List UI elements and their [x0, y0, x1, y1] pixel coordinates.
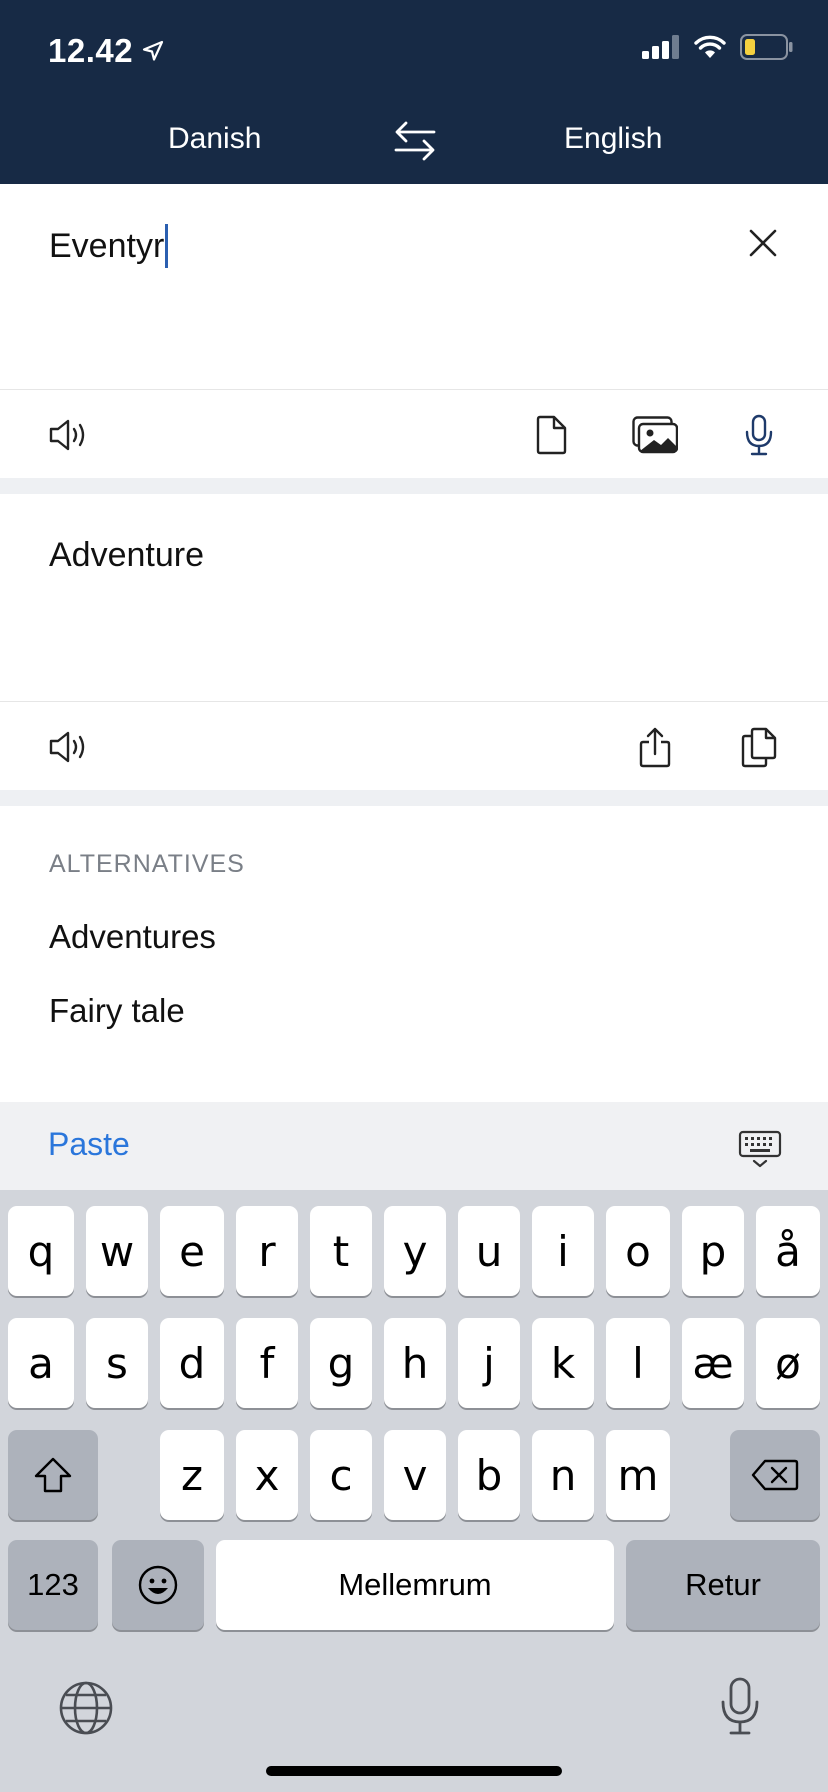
key-ae[interactable]: æ — [682, 1318, 744, 1408]
key-c[interactable]: c — [310, 1430, 372, 1520]
key-r[interactable]: r — [236, 1206, 298, 1296]
microphone-icon — [745, 414, 773, 456]
key-e[interactable]: e — [160, 1206, 224, 1296]
key-h[interactable]: h — [384, 1318, 446, 1408]
key-i[interactable]: i — [532, 1206, 594, 1296]
share-icon — [639, 727, 671, 768]
shift-key[interactable] — [8, 1430, 98, 1520]
document-icon — [536, 415, 567, 455]
battery-icon — [740, 34, 793, 60]
share-button[interactable] — [632, 724, 678, 770]
microphone-button[interactable] — [736, 412, 782, 458]
text-caret — [165, 224, 169, 268]
alternatives-heading: ALTERNATIVES — [49, 850, 245, 878]
status-time: 12.42 — [48, 32, 165, 70]
key-p[interactable]: p — [682, 1206, 744, 1296]
speaker-icon — [49, 419, 85, 451]
key-x[interactable]: x — [236, 1430, 298, 1520]
key-t[interactable]: t — [310, 1206, 372, 1296]
location-arrow-icon — [142, 40, 164, 61]
key-v[interactable]: v — [384, 1430, 446, 1520]
paste-bar: Paste — [0, 1102, 828, 1190]
key-o[interactable]: o — [606, 1206, 670, 1296]
key-a[interactable]: a — [8, 1318, 74, 1408]
alternative-item[interactable]: Fairy tale — [49, 992, 185, 1030]
key-oe[interactable]: ø — [756, 1318, 820, 1408]
home-indicator — [266, 1766, 562, 1776]
key-y[interactable]: y — [384, 1206, 446, 1296]
clear-icon[interactable] — [742, 222, 784, 264]
key-m[interactable]: m — [606, 1430, 670, 1520]
key-l[interactable]: l — [606, 1318, 670, 1408]
signal-icon — [642, 35, 679, 59]
key-s[interactable]: s — [86, 1318, 148, 1408]
translation-area: Adventure — [0, 494, 828, 702]
copy-button[interactable] — [736, 724, 782, 770]
key-z[interactable]: z — [160, 1430, 224, 1520]
target-language-button[interactable]: English — [564, 122, 662, 156]
key-b[interactable]: b — [458, 1430, 520, 1520]
swap-arrows-icon[interactable] — [392, 118, 438, 162]
key-j[interactable]: j — [458, 1318, 520, 1408]
copy-icon — [741, 727, 777, 768]
shift-icon — [34, 1457, 72, 1493]
emoji-key[interactable] — [112, 1540, 204, 1630]
app-header: 12.42 Danish English — [0, 0, 828, 184]
key-f[interactable]: f — [236, 1318, 298, 1408]
source-text-area[interactable]: Eventyr — [0, 184, 828, 390]
status-indicators — [642, 34, 794, 60]
key-w[interactable]: w — [86, 1206, 148, 1296]
translation-toolbar — [0, 702, 828, 790]
paste-button[interactable]: Paste — [48, 1126, 130, 1163]
status-time-label: 12.42 — [48, 32, 134, 69]
return-key[interactable]: Retur — [626, 1540, 820, 1630]
language-bar: Danish English — [0, 112, 828, 168]
key-n[interactable]: n — [532, 1430, 594, 1520]
translation-speaker-button[interactable] — [46, 724, 92, 770]
space-key[interactable]: Mellemrum — [216, 1540, 614, 1630]
section-divider — [0, 478, 828, 494]
emoji-icon — [138, 1565, 178, 1605]
keyboard-dismiss-icon[interactable] — [738, 1130, 782, 1168]
key-d[interactable]: d — [160, 1318, 224, 1408]
source-toolbar — [0, 390, 828, 478]
backspace-key[interactable] — [730, 1430, 820, 1520]
wifi-icon — [694, 35, 726, 58]
document-button[interactable] — [528, 412, 574, 458]
key-q[interactable]: q — [8, 1206, 74, 1296]
translation-text: Adventure — [49, 536, 204, 574]
backspace-icon — [751, 1459, 799, 1491]
globe-icon[interactable] — [58, 1680, 114, 1736]
alternative-item[interactable]: Adventures — [49, 918, 216, 956]
source-language-button[interactable]: Danish — [168, 122, 261, 156]
source-text-value: Eventyr — [49, 226, 165, 265]
source-text-input[interactable]: Eventyr — [49, 224, 169, 268]
key-k[interactable]: k — [532, 1318, 594, 1408]
image-icon — [632, 416, 678, 454]
speaker-icon — [49, 731, 85, 763]
dictation-icon[interactable] — [718, 1676, 762, 1736]
key-g[interactable]: g — [310, 1318, 372, 1408]
numbers-key[interactable]: 123 — [8, 1540, 98, 1630]
image-button[interactable] — [632, 412, 678, 458]
source-speaker-button[interactable] — [46, 412, 92, 458]
alternatives-section: ALTERNATIVES Adventures Fairy tale — [0, 806, 828, 1102]
key-aa[interactable]: å — [756, 1206, 820, 1296]
keyboard: q w e r t y u i o p å a s d f g h j k l … — [0, 1190, 828, 1792]
key-u[interactable]: u — [458, 1206, 520, 1296]
section-divider — [0, 790, 828, 806]
